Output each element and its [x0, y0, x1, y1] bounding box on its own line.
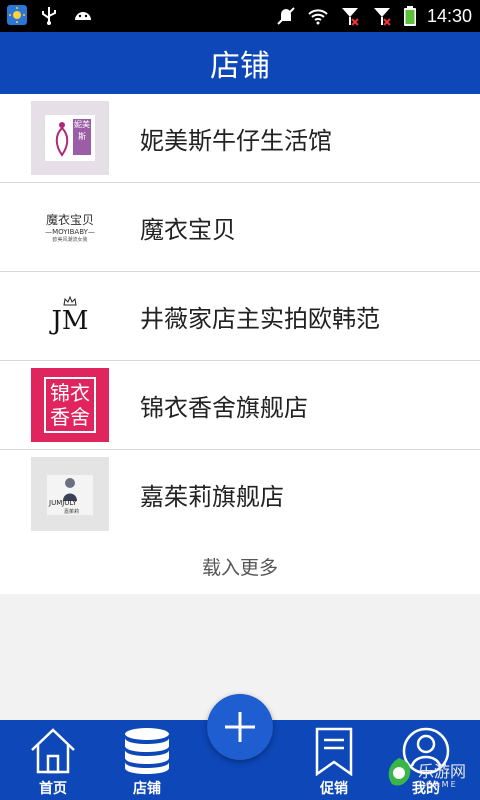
logo-text: JUMJULY [49, 499, 77, 507]
bookmark-icon [315, 727, 353, 776]
logo-subtext: —MOYIBABY— [45, 228, 95, 236]
store-name: 锦衣香舍旗舰店 [140, 393, 308, 422]
clock: 14:30 [426, 6, 472, 26]
store-row[interactable]: 魔衣宝贝 —MOYIBABY— 欧美风潮流女装 魔衣宝贝 [0, 183, 480, 272]
store-row[interactable]: 妮美斯 妮美斯牛仔生活馆 [0, 94, 480, 183]
logo-smalltext: 欧美风潮流女装 [52, 237, 88, 243]
wifi-icon [308, 9, 328, 25]
logo-smalltext: 嘉茱莉 [64, 509, 80, 515]
tab-label: 首页 [39, 781, 67, 797]
store-name: 嘉茱莉旗舰店 [140, 482, 284, 511]
database-icon [125, 728, 169, 774]
store-name: 井薇家店主实拍欧韩范 [140, 304, 380, 333]
android-icon [75, 12, 91, 20]
logo-text: 妮美斯 [73, 119, 91, 155]
model-figure [63, 478, 77, 501]
store-list: 妮美斯 妮美斯牛仔生活馆 魔衣宝贝 —MOYIBABY— 欧美风潮流女装 魔衣宝… [0, 94, 480, 539]
store-name: 魔衣宝贝 [140, 215, 236, 244]
page-title: 店铺 [210, 49, 270, 84]
store-row[interactable]: JUMJULY 嘉茱莉 嘉茱莉旗舰店 [0, 450, 480, 539]
tab-label: 促销 [320, 781, 348, 797]
signal-2-icon [373, 8, 391, 26]
store-name: 妮美斯牛仔生活馆 [140, 126, 332, 155]
battery-icon [403, 6, 416, 26]
usb-icon [42, 7, 56, 25]
store-logo: 锦衣 香舍 [31, 368, 109, 442]
logo-line2: 香舍 [50, 405, 90, 429]
load-more-label: 载入更多 [201, 556, 278, 579]
watermark: 乐游网 GAME [378, 752, 478, 798]
watermark-text: 乐游网 [418, 762, 467, 781]
home-icon [31, 728, 75, 774]
tab-home[interactable]: 首页 [5, 720, 101, 800]
tab-stores[interactable]: 店铺 [99, 720, 195, 800]
store-logo: JUMJULY 嘉茱莉 [31, 457, 109, 531]
store-logo: 妮美斯 [31, 101, 109, 175]
leaf-logo-icon [388, 758, 411, 786]
store-logo: 魔衣宝贝 —MOYIBABY— 欧美风潮流女装 [31, 190, 109, 264]
load-more-button[interactable]: 载入更多 [0, 538, 480, 594]
logo-line1: 锦衣 [50, 381, 90, 405]
tab-promotions[interactable]: 促销 [286, 720, 382, 800]
watermark-subtext: GAME [426, 780, 458, 789]
crown-icon [63, 296, 77, 306]
store-row[interactable]: 锦衣 香舍 锦衣香舍旗舰店 [0, 361, 480, 450]
signal-1-icon [341, 8, 359, 26]
add-button[interactable] [207, 694, 273, 760]
weather-icon [7, 5, 27, 25]
status-bar: 14:30 [0, 0, 480, 32]
store-row[interactable]: JM 井薇家店主实拍欧韩范 [0, 272, 480, 361]
title-bar: 店铺 [0, 32, 480, 94]
logo-text: 魔衣宝贝 [45, 213, 94, 227]
tab-label: 店铺 [133, 781, 161, 797]
store-logo: JM [31, 279, 109, 353]
mute-icon [277, 7, 295, 25]
logo-text: JM [51, 306, 89, 336]
plus-icon [225, 712, 255, 742]
